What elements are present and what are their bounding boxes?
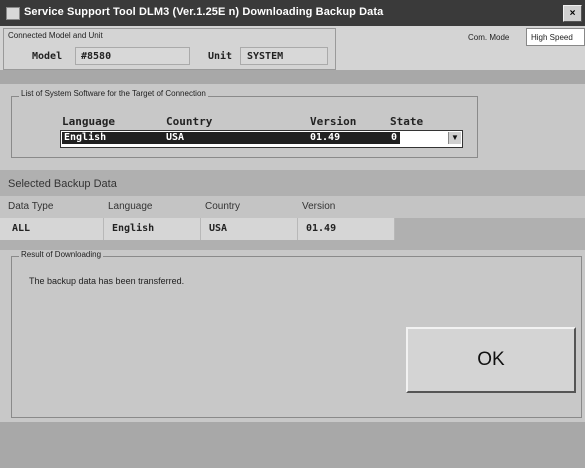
- backup-values-filler: [395, 218, 585, 240]
- header-data-type: Data Type: [8, 201, 54, 212]
- value-country: USA: [205, 218, 298, 240]
- backup-header-band: [0, 196, 585, 218]
- result-group-label: Result of Downloading: [19, 250, 104, 259]
- app-icon: [6, 7, 20, 20]
- divider-band: [0, 70, 585, 84]
- model-label: Model: [32, 51, 63, 62]
- column-header-language: Language: [62, 115, 115, 128]
- result-message: The backup data has been transferred.: [29, 276, 185, 286]
- column-header-version: Version: [310, 115, 357, 128]
- bottom-band: [0, 422, 585, 468]
- selected-language: English: [64, 132, 107, 143]
- window-title: Service Support Tool DLM3 (Ver.1.25E n) …: [24, 6, 384, 18]
- model-value: #8580: [75, 47, 190, 65]
- selected-row-highlight: [62, 132, 400, 144]
- selected-version: 01.49: [310, 132, 341, 143]
- software-group-label: List of System Software for the Target o…: [19, 89, 208, 98]
- com-mode-select[interactable]: High Speed: [526, 28, 585, 46]
- com-mode-label: Com. Mode: [468, 33, 510, 42]
- header-version: Version: [302, 201, 336, 212]
- selected-state: 0: [391, 132, 398, 143]
- value-data-type: ALL: [8, 218, 104, 240]
- app-window: Service Support Tool DLM3 (Ver.1.25E n) …: [0, 0, 585, 468]
- unit-value: SYSTEM: [240, 47, 328, 65]
- connection-group-label: Connected Model and Unit: [8, 31, 103, 40]
- chevron-down-icon[interactable]: ▼: [448, 132, 461, 144]
- result-top-band: [0, 240, 585, 250]
- header-country: Country: [205, 201, 241, 212]
- value-version: 01.49: [302, 218, 395, 240]
- column-header-country: Country: [166, 115, 213, 128]
- column-header-state: State: [390, 115, 424, 128]
- ok-button[interactable]: OK: [406, 327, 576, 393]
- value-language: English: [108, 218, 201, 240]
- unit-label: Unit: [208, 51, 233, 62]
- software-select[interactable]: English USA 01.49 0 ▼: [60, 130, 463, 148]
- selected-backup-title: Selected Backup Data: [8, 178, 117, 190]
- close-button[interactable]: ×: [563, 5, 582, 22]
- title-bar: Service Support Tool DLM3 (Ver.1.25E n) …: [0, 0, 585, 26]
- header-language: Language: [108, 201, 153, 212]
- selected-country: USA: [166, 132, 185, 143]
